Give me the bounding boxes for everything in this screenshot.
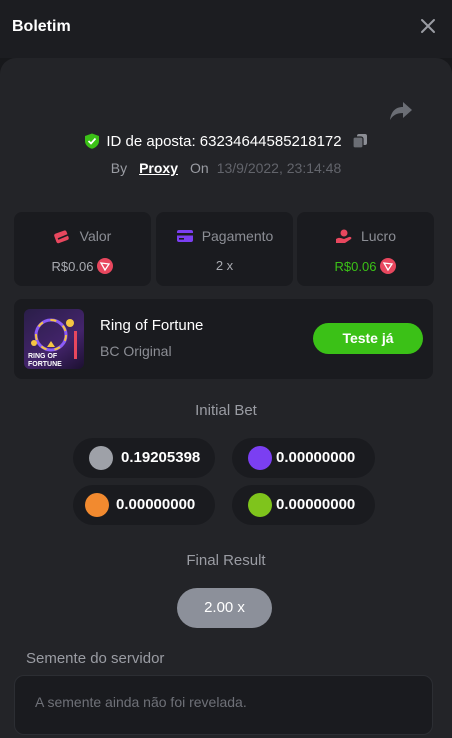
stat-profit-label: Lucro	[360, 228, 397, 244]
stat-amount-label: Valor	[79, 228, 112, 244]
stat-profit: Lucro R$0.06	[297, 212, 434, 286]
trx-coin-icon	[97, 258, 114, 274]
profit-icon	[335, 229, 352, 243]
stat-amount-value: R$0.06	[51, 258, 94, 274]
ring-of-fortune-logo-icon: RING OF FORTUNE	[28, 318, 77, 368]
on-label: On	[190, 160, 209, 176]
chip-value: 0.00000000	[276, 496, 356, 513]
bet-datetime: 13/9/2022, 23:14:48	[216, 160, 342, 176]
chip-color-icon	[89, 446, 113, 470]
server-seed-label: Semente do servidor	[26, 650, 165, 667]
by-label: By	[110, 160, 128, 176]
stat-payout-value: 2 x	[215, 258, 234, 273]
bet-meta-row: By Proxy On 13/9/2022, 23:14:48	[0, 158, 452, 178]
stat-payout-label: Pagamento	[201, 228, 274, 244]
shield-check-icon	[85, 133, 100, 149]
close-icon[interactable]	[420, 18, 436, 34]
game-name: Ring of Fortune	[100, 317, 204, 334]
share-icon[interactable]	[389, 100, 413, 122]
modal-header: Boletim	[0, 0, 452, 58]
money-icon	[53, 230, 70, 244]
stat-profit-value: R$0.06	[334, 258, 377, 274]
chip-color-icon	[248, 493, 272, 517]
server-seed-field[interactable]: A semente ainda não foi revelada.	[14, 675, 433, 735]
final-result-title: Final Result	[186, 552, 266, 569]
chip-amount: 0.00000000	[232, 485, 375, 525]
svg-text:FORTUNE: FORTUNE	[28, 361, 62, 368]
modal-title: Boletim	[12, 18, 71, 35]
chip-amount: 0.00000000	[232, 438, 375, 478]
chip-amount: 0.19205398	[73, 438, 215, 478]
game-provider: BC Original	[100, 343, 172, 359]
bet-id-row: ID de aposta: 63234644585218172	[0, 131, 452, 151]
bet-id: ID de aposta: 63234644585218172	[106, 132, 342, 150]
server-seed-placeholder: A semente ainda não foi revelada.	[35, 694, 247, 710]
username-link[interactable]: Proxy	[139, 160, 178, 176]
game-thumbnail[interactable]: RING OF FORTUNE	[24, 309, 84, 369]
stat-payout: Pagamento 2 x	[156, 212, 293, 286]
chip-amount: 0.00000000	[73, 485, 215, 525]
trx-coin-icon	[380, 258, 397, 274]
card-icon	[176, 230, 193, 242]
svg-text:RING OF: RING OF	[28, 353, 58, 360]
stat-amount: Valor R$0.06	[14, 212, 151, 286]
initial-bet-title: Initial Bet	[195, 402, 257, 419]
copy-icon[interactable]	[352, 133, 368, 149]
chip-value: 0.00000000	[276, 449, 356, 466]
game-card: RING OF FORTUNE Ring of Fortune BC Origi…	[14, 299, 433, 379]
chip-color-icon	[85, 493, 109, 517]
chip-value: 0.19205398	[121, 449, 201, 466]
final-result-badge: 2.00 x	[177, 588, 272, 628]
play-now-button[interactable]: Teste já	[313, 323, 423, 354]
chip-color-icon	[248, 446, 272, 470]
chip-value: 0.00000000	[116, 496, 196, 513]
